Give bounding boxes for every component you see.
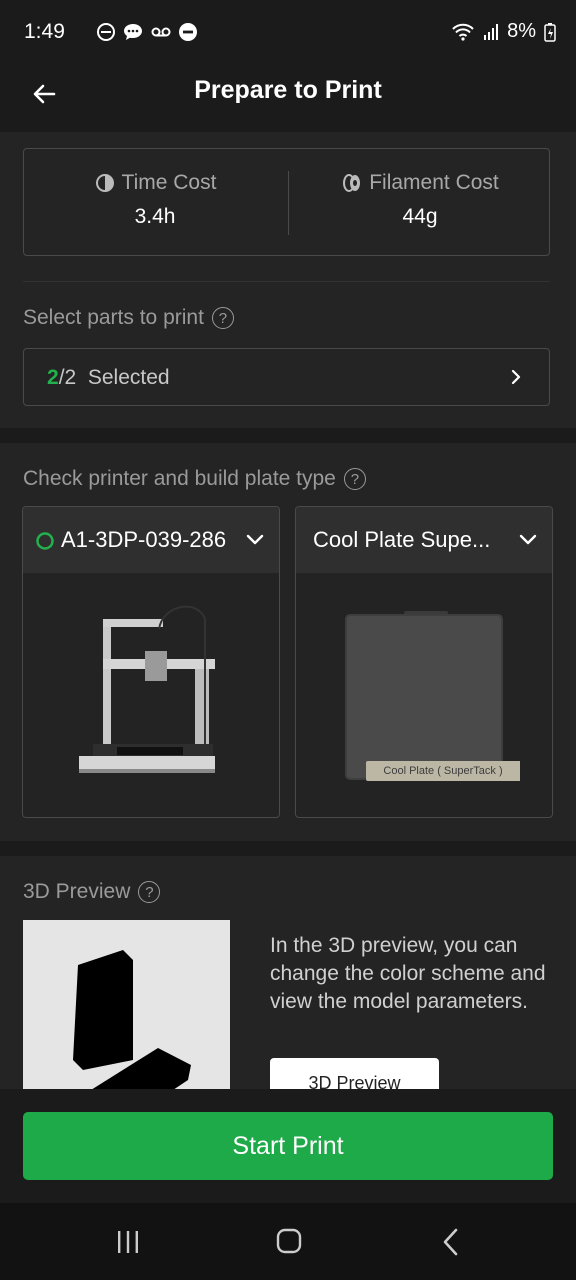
select-parts-button[interactable]: 2/2 Selected — [23, 348, 550, 406]
app-header: Prepare to Print — [0, 64, 576, 132]
time-cost-value: 3.4h — [134, 205, 176, 228]
select-parts-label: Select parts to print — [23, 306, 204, 329]
home-icon[interactable] — [275, 1227, 303, 1255]
wifi-icon — [452, 23, 474, 41]
dnd-outline-icon — [97, 23, 115, 41]
plate-print-label: Cool Plate ( SuperTack ) — [383, 765, 503, 777]
preview-thumbnail[interactable] — [23, 920, 230, 1116]
printer-plate-heading: Check printer and build plate type ? — [23, 467, 366, 491]
printer-plate-section: Check printer and build plate type ? A1-… — [0, 443, 576, 841]
bottom-action-bar: Start Print — [0, 1089, 576, 1203]
plate-name: Cool Plate Supe... — [313, 527, 491, 552]
chevron-right-icon — [511, 369, 521, 385]
select-parts-heading: Select parts to print ? — [23, 306, 234, 330]
battery-charging-icon — [544, 22, 556, 42]
status-bar: 1:49 8% — [0, 0, 576, 64]
help-icon[interactable]: ? — [343, 468, 366, 490]
preview-heading: 3D Preview ? — [23, 880, 161, 904]
page-title: Prepare to Print — [194, 76, 382, 104]
online-status-icon — [36, 532, 54, 550]
system-navigation-bar — [0, 1203, 576, 1280]
battery-percent: 8% — [507, 20, 536, 42]
status-system-icons: 8% — [451, 20, 556, 43]
chevron-down-icon — [246, 534, 264, 545]
selected-parts-summary: 2/2 Selected — [47, 366, 170, 390]
selected-text: Selected — [87, 366, 170, 389]
dnd-icon — [179, 23, 197, 41]
printer-dropdown[interactable]: A1-3DP-039-286 — [23, 507, 279, 573]
filament-cost-value: 44g — [402, 205, 438, 228]
time-cost: Time Cost 3.4h — [24, 171, 286, 229]
printer-card[interactable]: A1-3DP-039-286 — [22, 506, 280, 818]
time-cost-label: Time Cost — [121, 171, 217, 194]
help-icon[interactable]: ? — [211, 307, 234, 329]
plate-dropdown[interactable]: Cool Plate Supe... — [296, 507, 552, 573]
clock-icon — [95, 174, 114, 192]
printer-plate-label: Check printer and build plate type — [23, 467, 336, 490]
signal-icon — [484, 23, 499, 40]
printer-name: A1-3DP-039-286 — [61, 527, 227, 552]
status-notification-icons — [96, 22, 198, 42]
selected-total: /2 — [58, 366, 77, 389]
preview-description: In the 3D preview, you can change the co… — [270, 934, 546, 1013]
filament-spool-icon — [343, 174, 361, 192]
back-nav-icon[interactable] — [440, 1227, 462, 1257]
filament-cost: Filament Cost 44g — [289, 171, 551, 229]
print-summary-section: Time Cost 3.4h Filament Cost 44g Select … — [0, 132, 576, 428]
chevron-down-icon — [519, 534, 537, 545]
chat-icon — [124, 24, 142, 40]
printer-image — [79, 605, 215, 773]
cost-summary-box: Time Cost 3.4h Filament Cost 44g — [23, 148, 550, 256]
filament-cost-label: Filament Cost — [369, 171, 499, 194]
build-plate-card[interactable]: Cool Plate Supe... Cool Plate ( SuperTac… — [295, 506, 553, 818]
status-time: 1:49 — [24, 20, 65, 43]
preview-label: 3D Preview — [23, 880, 131, 903]
model-thumbnail-image — [73, 950, 191, 1116]
help-icon[interactable]: ? — [138, 881, 161, 903]
divider — [23, 281, 550, 282]
start-print-button[interactable]: Start Print — [23, 1112, 553, 1180]
selected-count: 2 — [47, 366, 59, 389]
recent-apps-icon[interactable] — [115, 1229, 141, 1255]
preview-section: 3D Preview ? In the 3D preview, you can … — [0, 856, 576, 1116]
voicemail-icon — [151, 27, 171, 37]
